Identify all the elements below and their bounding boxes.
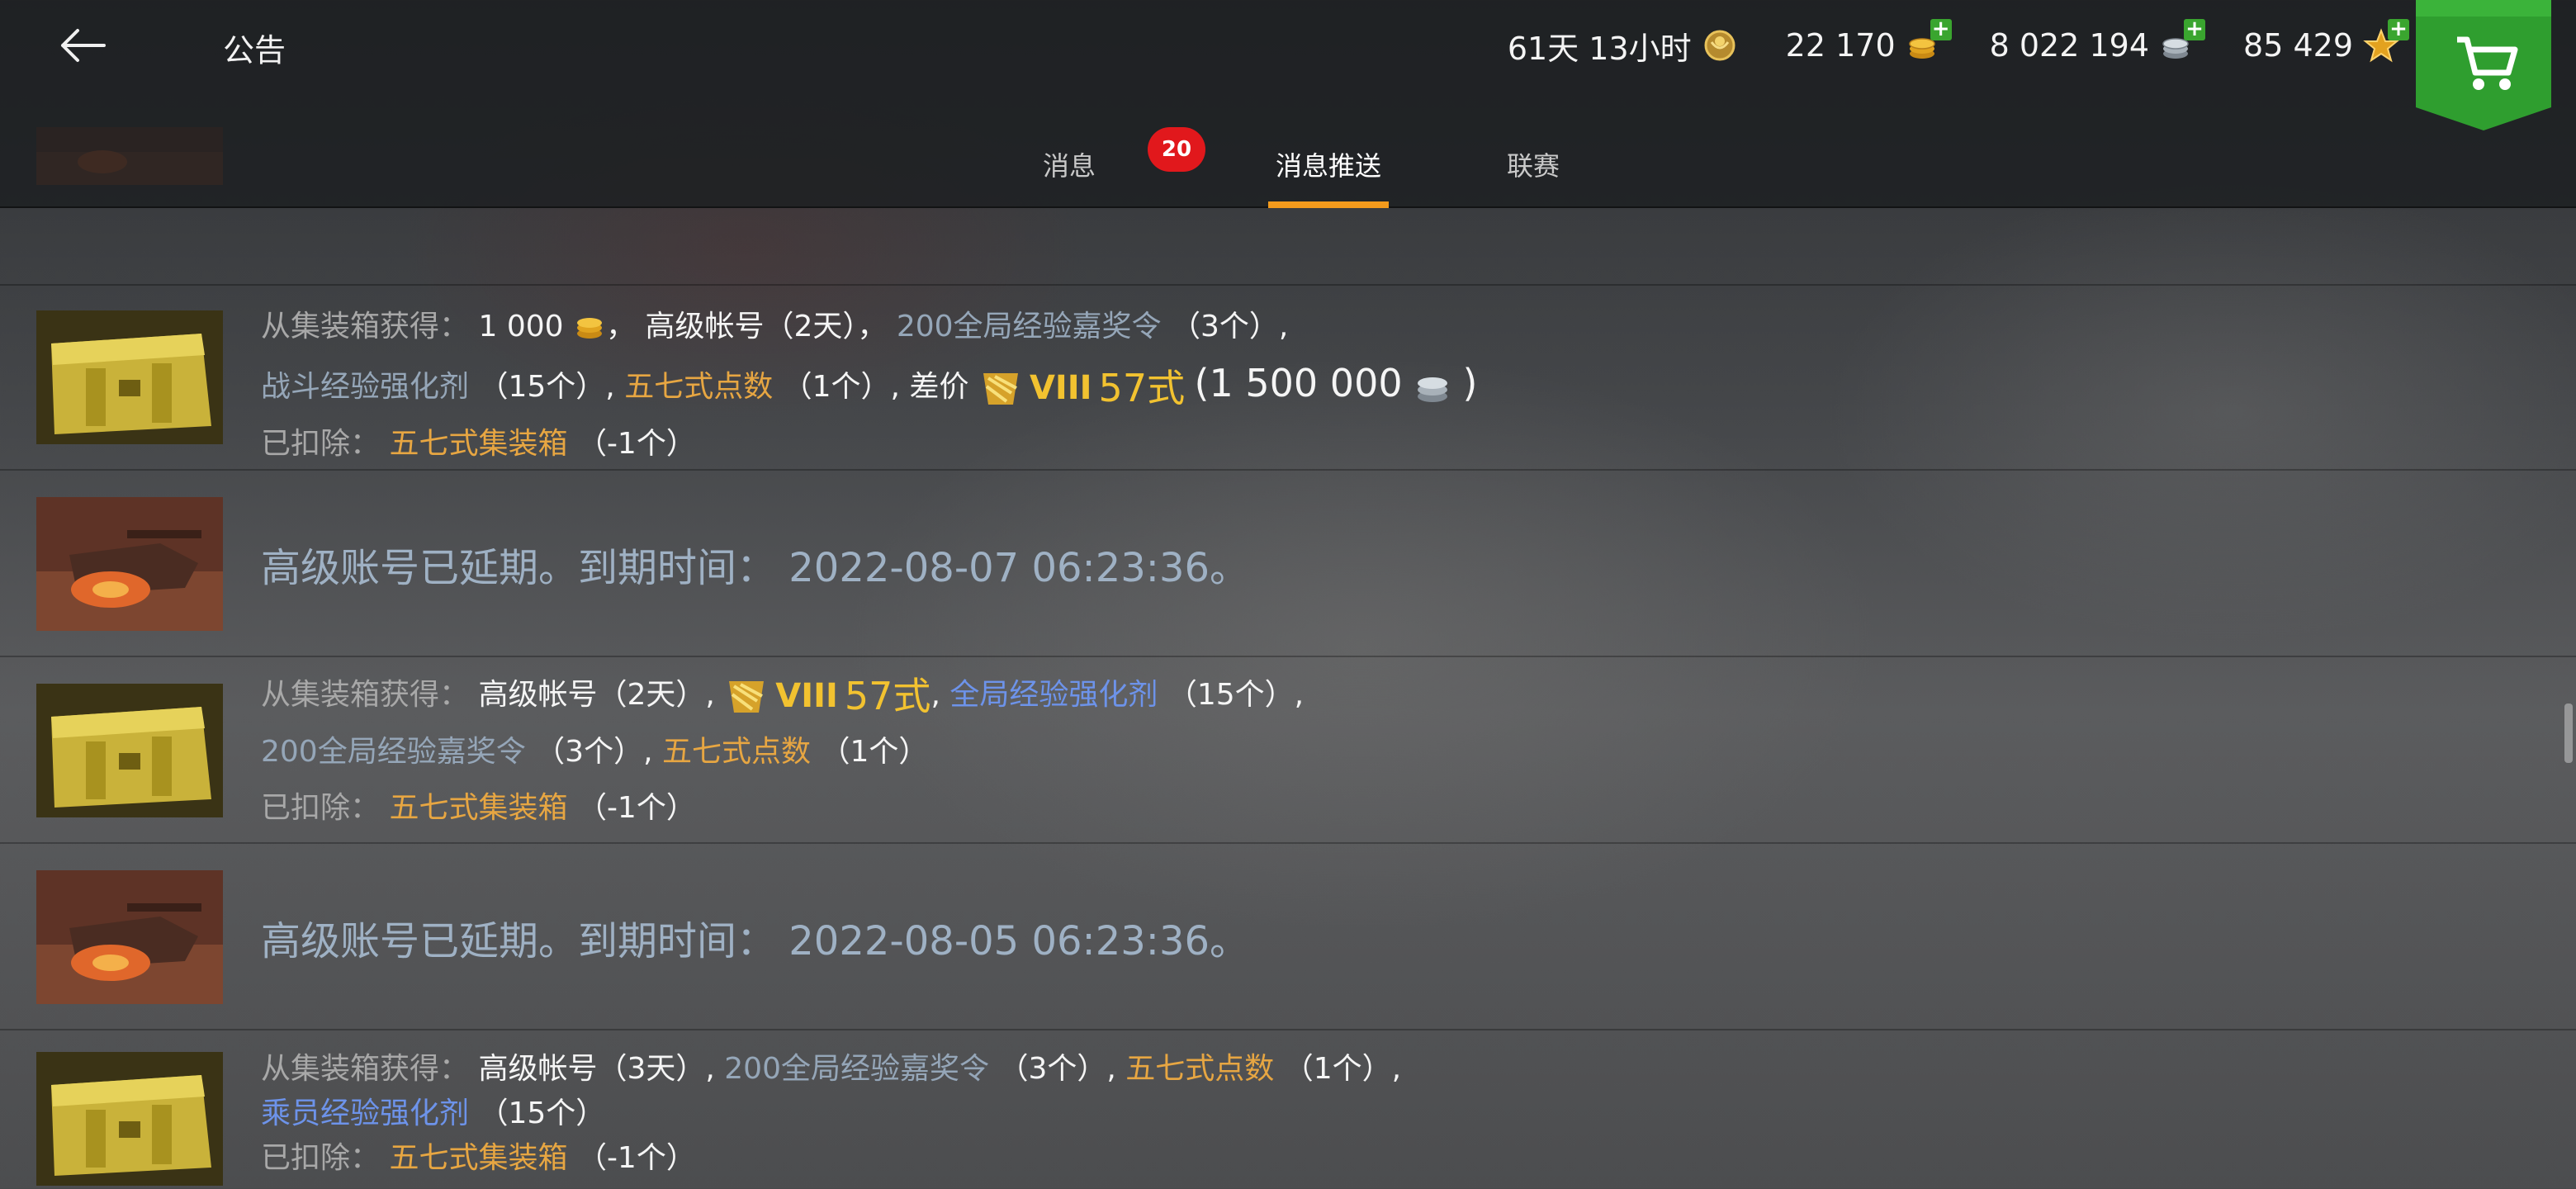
- shop-button[interactable]: [2416, 0, 2551, 132]
- gold-coins-icon: [576, 318, 602, 339]
- tab-push-messages-label: 消息推送: [1275, 150, 1381, 182]
- vehicle-tag[interactable]: VIII 57式: [978, 360, 1185, 416]
- message-text: 从集装箱获得： 高级帐号（2天）, VIII 57式 , 全局经验强化剂 （15…: [261, 667, 1304, 836]
- free-xp-balance[interactable]: 85 429 +: [2243, 18, 2409, 65]
- tab-messages[interactable]: 消息: [1016, 124, 1123, 208]
- list-item: 高级账号已延期。到期时间： 2022-08-07 06:23:36。: [0, 471, 2576, 657]
- crate-thumbnail: [36, 684, 223, 817]
- credits-icon: [1418, 377, 1448, 402]
- list-item: 从集装箱获得： 1 000 ， 高级帐号（2天）， 200全局经验嘉奖令 （3个…: [0, 286, 2576, 471]
- list-item: 从集装箱获得： 高级帐号（2天）, VIII 57式 , 全局经验强化剂 （15…: [0, 657, 2576, 844]
- page-title: 公告: [223, 32, 286, 69]
- premium-extended-text: 高级账号已延期。到期时间： 2022-08-05 06:23:36。: [261, 918, 1250, 964]
- gold-value: 22 170: [1785, 27, 1896, 64]
- crate-thumbnail: [36, 310, 223, 444]
- free-xp-value: 85 429: [2243, 27, 2353, 64]
- premium-tank-icon: [729, 681, 765, 713]
- add-free-xp-icon[interactable]: +: [2388, 18, 2409, 40]
- messages-count-badge: 20: [1148, 127, 1205, 172]
- premium-badge-icon: [1700, 26, 1740, 65]
- premium-tank-icon: [983, 373, 1018, 405]
- back-arrow-icon: [61, 29, 106, 62]
- premium-time-value: 61天 13小时: [1507, 30, 1692, 67]
- tab-messages-label: 消息: [1042, 150, 1096, 182]
- message-text: 从集装箱获得： 1 000 ， 高级帐号（2天）， 200全局经验嘉奖令 （3个…: [261, 310, 1478, 461]
- gold-balance[interactable]: 22 170 +: [1785, 18, 1952, 65]
- tank-thumbnail: [36, 497, 223, 631]
- top-bar: 公告 61天 13小时 22 170 + 8 022 194 + 85 429 …: [0, 0, 2576, 208]
- crate-thumbnail: [36, 1052, 223, 1186]
- list-item: 高级账号已延期。到期时间： 2022-08-05 06:23:36。: [0, 844, 2576, 1030]
- credits-icon: +: [2157, 18, 2206, 65]
- shopping-cart-icon: [2416, 0, 2551, 130]
- vehicle-tag[interactable]: VIII 57式: [724, 668, 930, 724]
- back-button[interactable]: [50, 17, 116, 74]
- premium-extended-text: 高级账号已延期。到期时间： 2022-08-07 06:23:36。: [261, 545, 1250, 591]
- credits-balance[interactable]: 8 022 194 +: [1989, 18, 2206, 65]
- tab-league-label: 联赛: [1506, 150, 1560, 182]
- credits-value: 8 022 194: [1989, 27, 2150, 64]
- message-text: 从集装箱获得： 高级帐号（3天）, 200全局经验嘉奖令 （3个）, 五七式点数…: [261, 1052, 1402, 1175]
- premium-time[interactable]: 61天 13小时: [1508, 23, 1740, 69]
- currency-bar: 61天 13小时 22 170 + 8 022 194 + 85 429 +: [1508, 18, 2409, 73]
- add-gold-icon[interactable]: +: [1930, 18, 1952, 40]
- message-list[interactable]: 从集装箱获得： 1 000 ， 高级帐号（2天）， 200全局经验嘉奖令 （3个…: [0, 99, 2576, 1189]
- tab-league[interactable]: 联赛: [1480, 124, 1587, 208]
- tank-thumbnail: [36, 870, 223, 1004]
- add-credits-icon[interactable]: +: [2184, 18, 2206, 40]
- list-item: 从集装箱获得： 高级帐号（3天）, 200全局经验嘉奖令 （3个）, 五七式点数…: [0, 1030, 2576, 1189]
- tab-push-messages[interactable]: 消息推送: [1268, 124, 1389, 208]
- free-xp-star-icon: +: [2361, 18, 2409, 65]
- scrollbar-thumb[interactable]: [2564, 703, 2573, 763]
- tab-bar: 消息 20 消息推送 联赛: [1016, 124, 1587, 208]
- gold-coins-icon: +: [1904, 18, 1952, 65]
